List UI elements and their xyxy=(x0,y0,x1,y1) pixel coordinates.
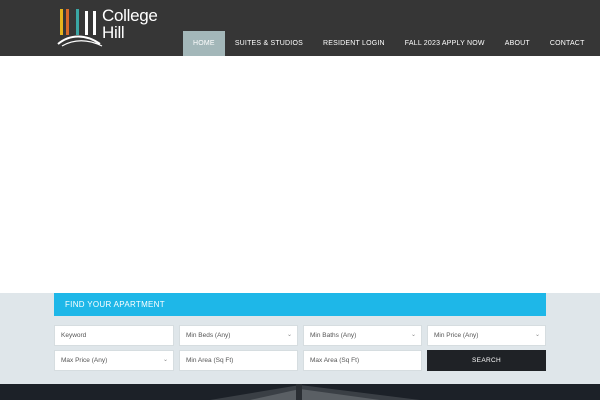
max-area-placeholder: Max Area (Sq Ft) xyxy=(310,357,360,364)
search-button[interactable]: SEARCH xyxy=(427,350,546,371)
building-photo xyxy=(0,384,600,400)
min-area-placeholder: Min Area (Sq Ft) xyxy=(186,357,234,364)
chevron-down-icon: ⌄ xyxy=(410,332,416,338)
nav-item-about[interactable]: ABOUT xyxy=(495,31,540,56)
min-beds-value: Min Beds (Any) xyxy=(186,332,231,339)
keyword-placeholder: Keyword xyxy=(61,332,87,339)
building-roof-icon xyxy=(0,384,600,400)
min-baths-value: Min Baths (Any) xyxy=(310,332,357,339)
find-apartment-title: FIND YOUR APARTMENT xyxy=(54,293,546,316)
max-price-value: Max Price (Any) xyxy=(61,357,108,364)
nav-item-contact[interactable]: CONTACT xyxy=(540,31,595,56)
keyword-input[interactable]: Keyword xyxy=(54,325,174,346)
main-nav: HOME SUITES & STUDIOS RESIDENT LOGIN FAL… xyxy=(183,31,595,56)
chevron-down-icon: ⌄ xyxy=(286,332,292,338)
min-price-value: Min Price (Any) xyxy=(434,332,479,339)
nav-item-apply-now[interactable]: FALL 2023 APPLY NOW xyxy=(395,31,495,56)
nav-item-suites-studios[interactable]: SUITES & STUDIOS xyxy=(225,31,313,56)
chevron-down-icon: ⌄ xyxy=(162,357,168,363)
max-area-input[interactable]: Max Area (Sq Ft) xyxy=(303,350,422,371)
brand-name: College Hill xyxy=(102,7,158,41)
min-baths-select[interactable]: Min Baths (Any) ⌄ xyxy=(303,325,422,346)
nav-item-resident-login[interactable]: RESIDENT LOGIN xyxy=(313,31,395,56)
hero-area xyxy=(0,56,600,293)
nav-item-home[interactable]: HOME xyxy=(183,31,225,56)
min-beds-select[interactable]: Min Beds (Any) ⌄ xyxy=(179,325,298,346)
site-header: College Hill HOME SUITES & STUDIOS RESID… xyxy=(0,0,600,56)
brand-line2: Hill xyxy=(102,23,125,42)
min-area-input[interactable]: Min Area (Sq Ft) xyxy=(179,350,298,371)
min-price-select[interactable]: Min Price (Any) ⌄ xyxy=(427,325,546,346)
chevron-down-icon: ⌄ xyxy=(534,332,540,338)
max-price-select[interactable]: Max Price (Any) ⌄ xyxy=(54,350,174,371)
